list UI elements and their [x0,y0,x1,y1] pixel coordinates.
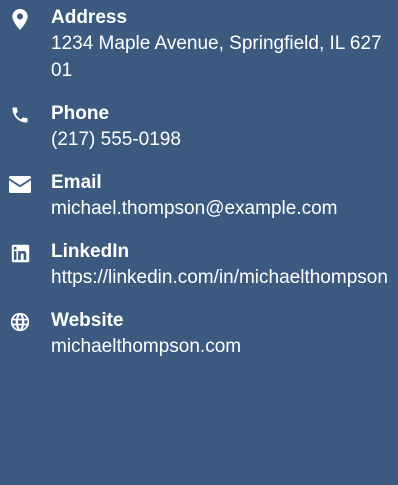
linkedin-label: LinkedIn [51,241,130,262]
email-label: Email [51,172,102,193]
contact-item-phone: Phone (217) 555-0198 [0,102,398,153]
phone-value[interactable]: (217) 555-0198 [51,126,392,153]
envelope-icon [8,173,32,195]
location-pin-icon [8,8,32,30]
contact-item-linkedin: LinkedIn https://linkedin.com/in/michael… [0,240,398,291]
website-value[interactable]: michaelthompson.com [51,333,392,360]
website-label: Website [51,310,124,331]
contact-item-email: Email michael.thompson@example.com [0,171,398,222]
contact-item-address: Address 1234 Maple Avenue, Springfield, … [0,6,398,84]
phone-label: Phone [51,103,110,124]
address-label: Address [51,7,128,28]
linkedin-value[interactable]: https://linkedin.com/in/michaelthompson [51,264,392,291]
linkedin-icon [8,242,32,264]
address-value: 1234 Maple Avenue, Springfield, IL 62701 [51,33,382,81]
globe-icon [8,311,32,333]
email-value[interactable]: michael.thompson@example.com [51,195,392,222]
phone-icon [8,104,32,126]
contact-item-website: Website michaelthompson.com [0,309,398,360]
contact-list: Address 1234 Maple Avenue, Springfield, … [0,0,398,485]
